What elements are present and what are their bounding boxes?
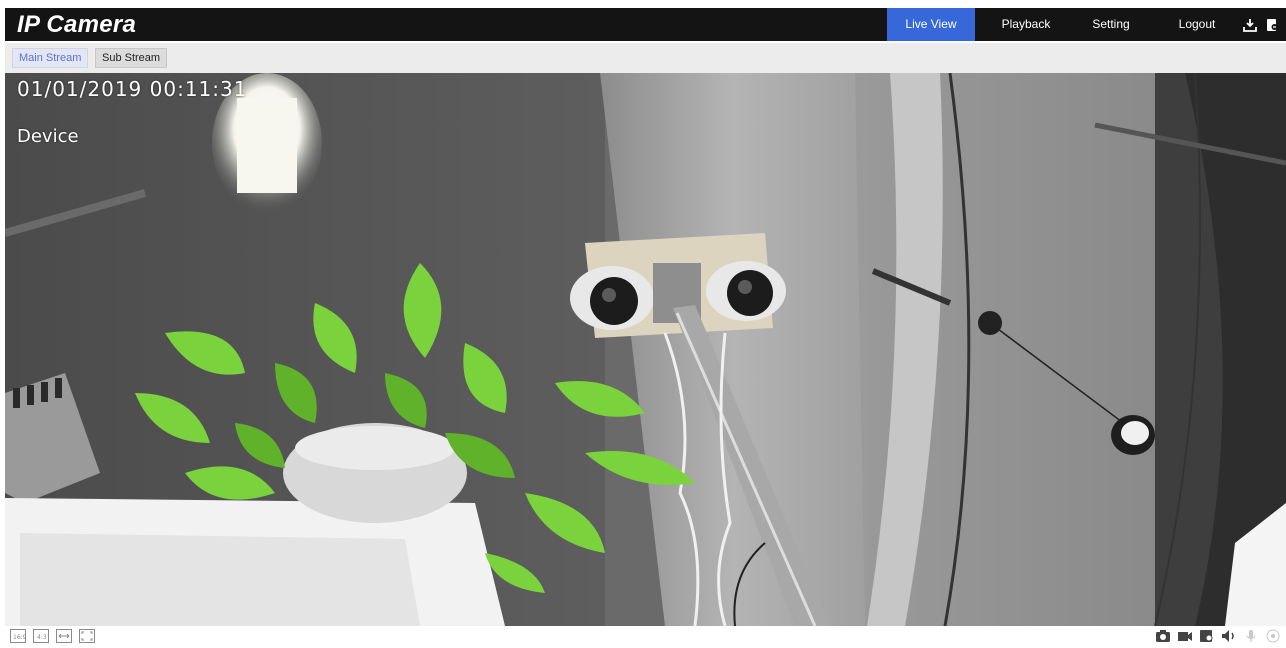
top-header: IP Camera Live View Playback Setting Log…	[5, 8, 1286, 41]
audio-icon[interactable]	[1221, 629, 1237, 643]
main-stream-button[interactable]: Main Stream	[12, 48, 89, 68]
sub-stream-button[interactable]: Sub Stream	[95, 48, 168, 68]
microphone-icon[interactable]	[1243, 629, 1259, 643]
osd-device-name: Device	[17, 126, 79, 147]
download-icon[interactable]	[1243, 18, 1257, 32]
svg-text:16:9: 16:9	[13, 634, 26, 641]
record-icon[interactable]	[1177, 629, 1193, 643]
svg-text:4:3: 4:3	[37, 634, 47, 641]
stretch-icon[interactable]	[56, 629, 72, 643]
osd-timestamp: 01/01/2019 00:11:31	[17, 77, 248, 101]
fullscreen-icon[interactable]	[79, 629, 95, 643]
nav-logout[interactable]: Logout	[1167, 8, 1227, 41]
nav-setting[interactable]: Setting	[1080, 8, 1142, 41]
original-size-icon[interactable]: 16:9	[10, 629, 26, 643]
snapshot-icon[interactable]	[1155, 629, 1171, 643]
camera-feed-image	[5, 73, 1286, 626]
live-video-view[interactable]: 01/01/2019 00:11:31 Device	[5, 73, 1286, 626]
nav-playback[interactable]: Playback	[990, 8, 1062, 41]
export-icon[interactable]	[1265, 18, 1279, 32]
aspect-4-3-icon[interactable]: 4:3	[33, 629, 49, 643]
zoom-icon[interactable]	[1199, 629, 1215, 643]
stream-bar: Main Stream Sub Stream	[5, 43, 1286, 73]
ptz-icon[interactable]	[1265, 629, 1281, 643]
nav-live-view[interactable]: Live View	[887, 8, 975, 41]
video-toolbar: 16:9 4:3	[5, 626, 1286, 648]
app-logo: IP Camera	[17, 11, 137, 38]
